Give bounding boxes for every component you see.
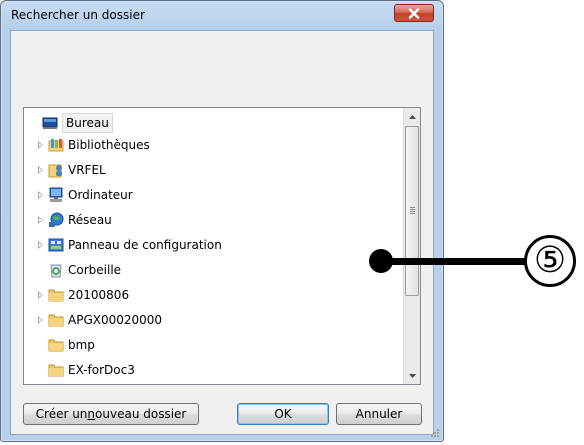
expand-arrow-icon[interactable] — [38, 191, 43, 199]
tree-item-label: 20100806 — [68, 288, 130, 302]
tree-item-bmp[interactable]: bmp — [48, 334, 348, 356]
control-panel-icon — [48, 238, 64, 252]
tree-item-label: Ordinateur — [68, 188, 133, 202]
scroll-thumb[interactable] — [405, 126, 419, 296]
title-bar[interactable]: Rechercher un dossier — [1, 1, 443, 31]
tree-item-label: APGX00020000 — [68, 313, 163, 327]
tree-item-panneau-de-configuration[interactable]: Panneau de configuration — [38, 234, 338, 256]
expand-arrow-icon[interactable] — [38, 166, 43, 174]
tree-item-label: Corbeille — [68, 263, 122, 277]
tree-item-reseau[interactable]: Réseau — [38, 209, 338, 231]
libraries-icon — [48, 139, 64, 152]
grip-line — [410, 209, 415, 210]
expand-arrow-icon[interactable] — [38, 216, 43, 224]
tree-item-vrfel[interactable]: VRFEL — [38, 159, 338, 181]
expand-arrow-icon[interactable] — [38, 241, 43, 249]
tree-item-20100806[interactable]: 20100806 — [38, 284, 338, 306]
callout-dot — [369, 249, 393, 273]
tree-item-label: bmp — [68, 338, 95, 352]
scroll-up-button[interactable] — [404, 108, 420, 125]
dialog-title: Rechercher un dossier — [11, 8, 145, 22]
computer-icon — [49, 187, 63, 202]
tree-item-label: VRFEL — [68, 163, 106, 177]
scroll-down-button[interactable] — [404, 367, 420, 384]
new-folder-label-post: ouveau dossier — [95, 407, 187, 421]
recycle-bin-icon — [50, 264, 62, 278]
grip-line — [410, 211, 415, 212]
arrow-down-icon — [408, 373, 416, 378]
new-folder-accelerator: n — [87, 407, 96, 421]
resize-grip-icon[interactable] — [430, 428, 440, 438]
vertical-scrollbar[interactable] — [403, 108, 420, 384]
callout-number: ⑤ — [524, 235, 576, 287]
browse-folder-dialog: Rechercher un dossier Bureau Bibliothèqu… — [0, 0, 444, 442]
tree-item-label: Panneau de configuration — [68, 238, 222, 252]
expand-arrow-icon[interactable] — [38, 291, 43, 299]
tree-item-apgx00020000[interactable]: APGX00020000 — [38, 309, 338, 331]
tree-item-label: Réseau — [68, 213, 112, 227]
folder-icon — [48, 289, 64, 302]
expand-arrow-icon[interactable] — [38, 141, 43, 149]
tree-item-label: Bureau — [62, 113, 113, 133]
grip-line — [410, 213, 415, 214]
desktop-icon — [42, 117, 58, 129]
tree-item-ordinateur[interactable]: Ordinateur — [38, 184, 338, 206]
close-button[interactable] — [394, 4, 434, 22]
folder-tree[interactable]: Bureau Bibliothèques VRFEL Ordinateur Ré… — [23, 107, 421, 385]
tree-item-bibliotheques[interactable]: Bibliothèques — [38, 134, 338, 156]
close-icon — [408, 7, 420, 19]
tree-item-label: EX-forDoc3 — [68, 363, 135, 377]
new-folder-label-pre: Créer un — [35, 407, 88, 421]
arrow-up-icon — [408, 114, 416, 119]
network-icon — [49, 212, 64, 227]
grip-line — [410, 207, 415, 208]
tree-item-corbeille[interactable]: Corbeille — [48, 259, 348, 281]
folder-icon — [48, 339, 64, 352]
tree-item-ex-fordoc3[interactable]: EX-forDoc3 — [48, 359, 348, 381]
new-folder-button[interactable]: Créer un n ouveau dossier — [23, 403, 199, 425]
folder-icon — [48, 364, 64, 377]
callout-line — [382, 258, 528, 265]
tree-item-label: Bibliothèques — [68, 138, 150, 152]
folder-icon — [48, 314, 64, 327]
expand-arrow-icon[interactable] — [38, 316, 43, 324]
cancel-button[interactable]: Annuler — [336, 403, 422, 425]
user-folder-icon — [48, 164, 62, 178]
ok-button[interactable]: OK — [237, 403, 329, 425]
